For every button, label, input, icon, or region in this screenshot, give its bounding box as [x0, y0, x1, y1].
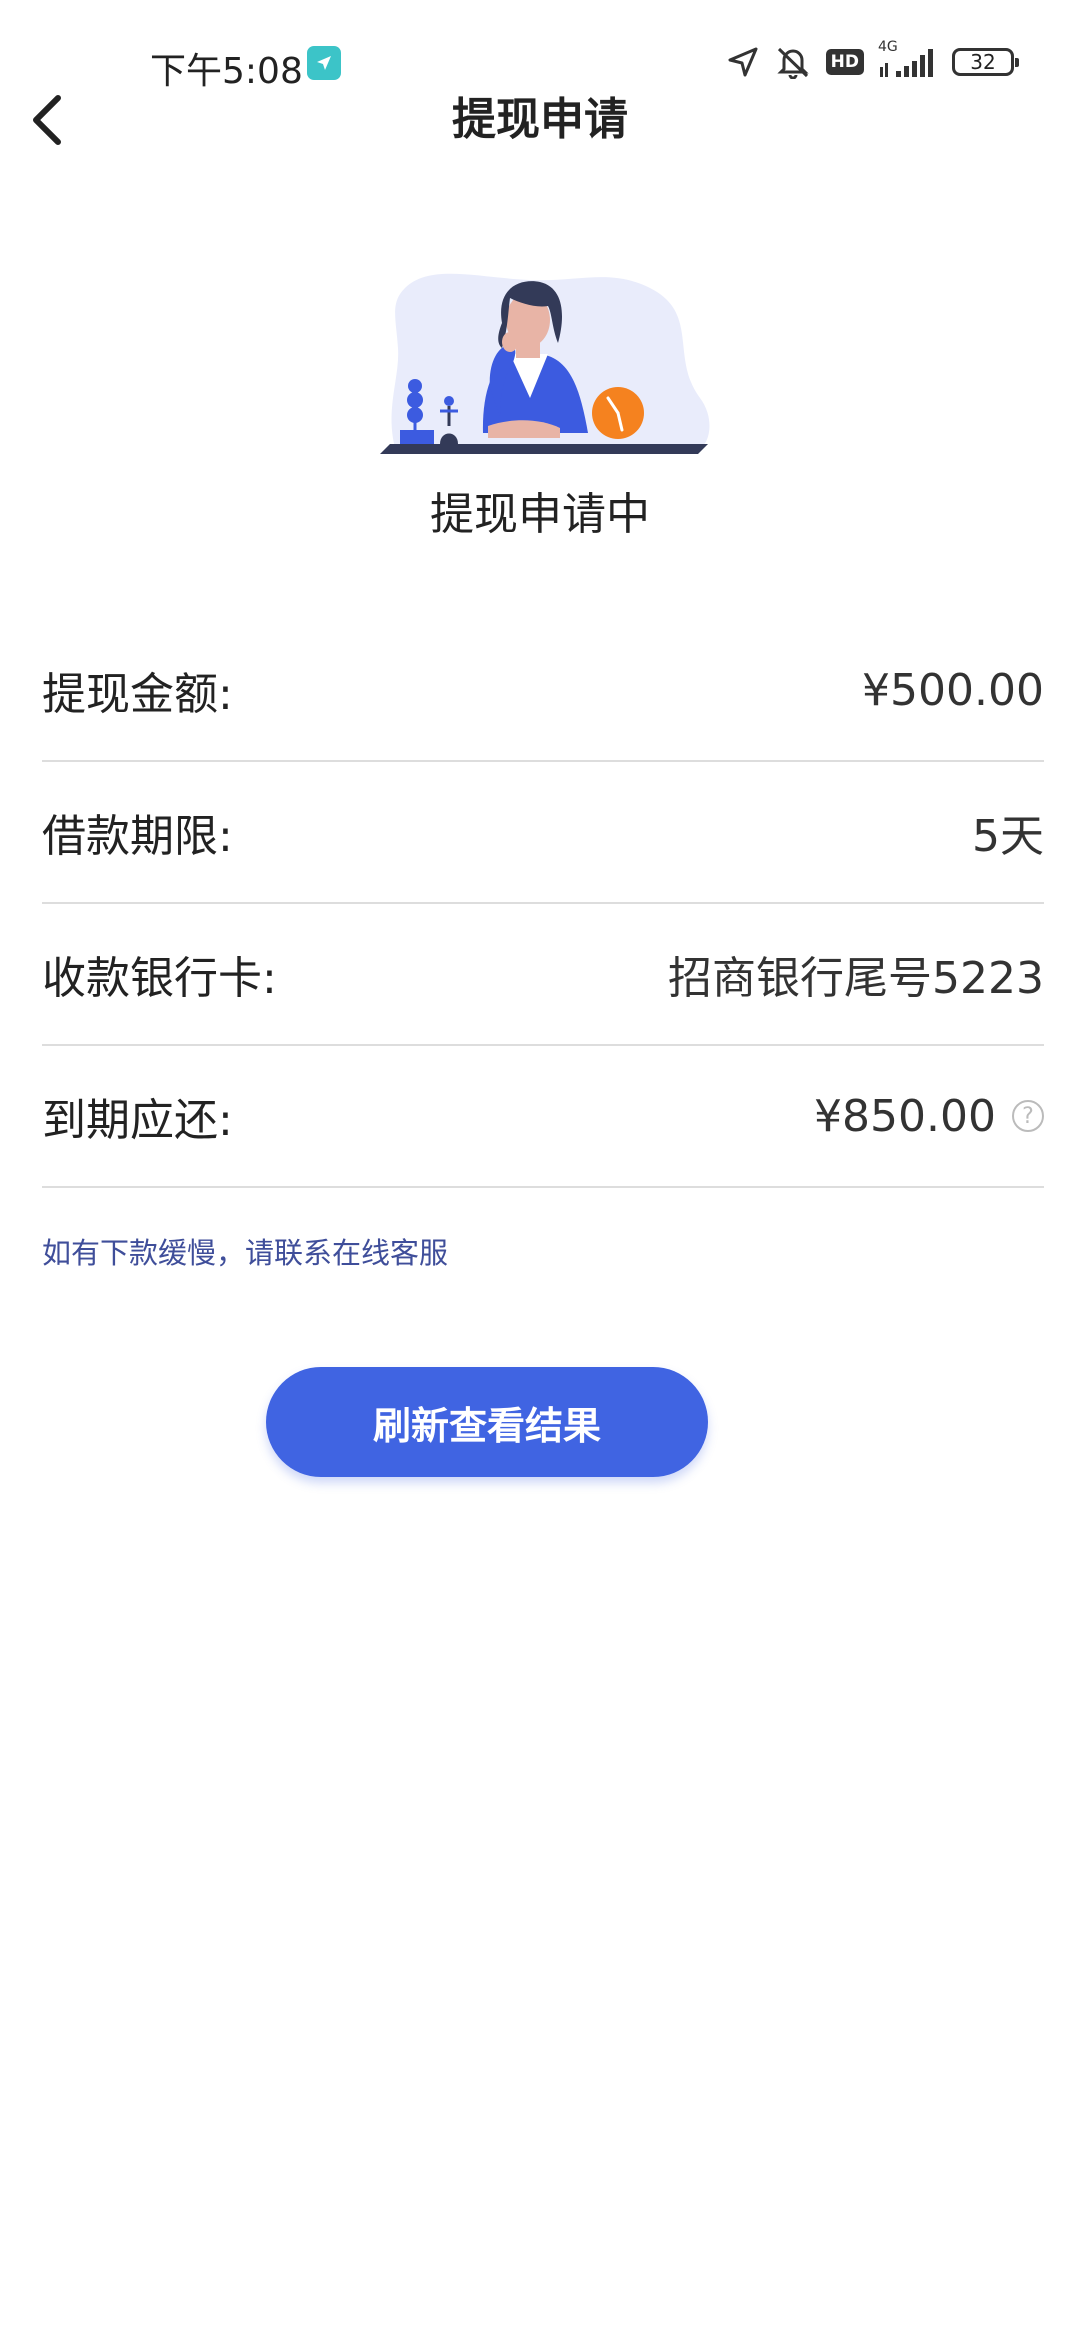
row-value: 招商银行尾号5223 [668, 953, 1044, 1004]
location-arrow-icon [728, 47, 758, 77]
application-status: 提现申请中 [430, 489, 650, 540]
row-due-amount: 到期应还: ¥850.00 ? [42, 1046, 1044, 1188]
row-label: 收款银行卡: [42, 953, 277, 1004]
support-notice: 如有下款缓慢，请联系在线客服 [42, 1236, 449, 1270]
waiting-illustration [380, 273, 710, 454]
row-bank-card: 收款银行卡: 招商银行尾号5223 [42, 904, 1044, 1046]
signal-icon: 4G [878, 39, 938, 79]
app-header: 提现申请 [0, 80, 1080, 160]
help-icon[interactable]: ? [1012, 1100, 1044, 1132]
row-label: 提现金额: [42, 669, 233, 720]
row-label: 到期应还: [42, 1095, 233, 1146]
refresh-result-button[interactable]: 刷新查看结果 [266, 1367, 708, 1477]
row-value: 5天 [972, 811, 1044, 862]
row-loan-term: 借款期限: 5天 [42, 762, 1044, 904]
bell-muted-icon [777, 47, 809, 79]
row-value: ¥500.00 [862, 664, 1044, 716]
app-notification-icon [307, 46, 341, 80]
withdrawal-info-list: 提现金额: ¥500.00 借款期限: 5天 收款银行卡: 招商银行尾号5223… [42, 620, 1044, 1188]
page-title: 提现申请 [452, 94, 628, 145]
row-value-wrap: ¥850.00 ? [814, 1091, 1044, 1142]
hd-icon: HD [825, 49, 864, 75]
row-label: 借款期限: [42, 811, 233, 862]
status-icons: HD 4G 32 [726, 39, 1019, 82]
row-value: ¥850.00 [814, 1090, 996, 1142]
battery-icon: 32 [952, 48, 1019, 76]
row-withdraw-amount: 提现金额: ¥500.00 [42, 620, 1044, 762]
